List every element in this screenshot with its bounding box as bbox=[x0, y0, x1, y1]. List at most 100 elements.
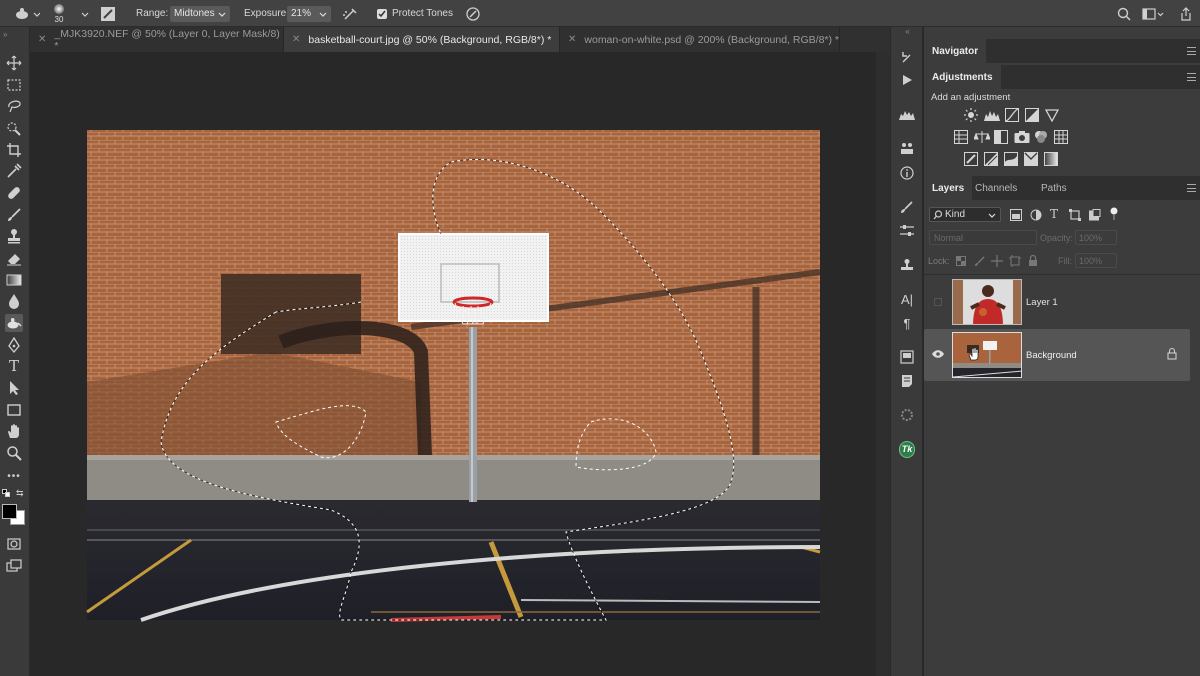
color-balance-icon[interactable] bbox=[973, 130, 991, 147]
tab-channels[interactable]: Channels bbox=[967, 176, 1025, 200]
character-icon[interactable]: A| bbox=[899, 291, 915, 307]
shape-layer-filter-icon[interactable] bbox=[1069, 209, 1081, 224]
range-select[interactable]: Midtones bbox=[170, 5, 230, 22]
pixel-layer-filter-icon[interactable] bbox=[1010, 209, 1022, 224]
histogram-icon[interactable] bbox=[899, 106, 915, 122]
hue-saturation-icon[interactable] bbox=[954, 130, 968, 147]
pressure-size-icon[interactable] bbox=[465, 0, 481, 27]
move-tool-icon[interactable] bbox=[5, 54, 23, 72]
photo-filter-icon[interactable] bbox=[1014, 130, 1030, 147]
protect-tones-checkbox[interactable]: Protect Tones bbox=[377, 0, 453, 27]
close-icon[interactable]: ✕ bbox=[292, 34, 300, 45]
opacity-field[interactable]: 100% bbox=[1075, 230, 1117, 245]
exposure-adj-icon[interactable] bbox=[1025, 108, 1039, 125]
filter-toggle-icon[interactable] bbox=[1110, 207, 1118, 224]
quick-selection-tool-icon[interactable] bbox=[5, 119, 23, 137]
black-white-icon[interactable] bbox=[994, 130, 1008, 147]
tk-extension-icon[interactable]: Tk bbox=[899, 440, 915, 458]
plugin-gear-icon[interactable] bbox=[899, 407, 915, 423]
vertical-scrollbar[interactable] bbox=[876, 52, 890, 676]
pen-tool-icon[interactable] bbox=[5, 336, 23, 354]
tab-navigator[interactable]: Navigator bbox=[924, 39, 987, 63]
info-icon[interactable] bbox=[899, 165, 915, 181]
gradient-map-icon[interactable] bbox=[1044, 152, 1058, 169]
brush-preset-picker[interactable]: 30 bbox=[54, 0, 64, 27]
crop-tool-icon[interactable] bbox=[5, 141, 23, 159]
gradient-tool-icon[interactable] bbox=[5, 271, 23, 289]
eye-icon[interactable] bbox=[932, 349, 944, 361]
lock-position-icon[interactable] bbox=[991, 255, 1003, 270]
more-tools-icon[interactable]: ••• bbox=[5, 467, 23, 485]
default-colors-icon[interactable] bbox=[2, 489, 10, 497]
panel-menu-icon[interactable] bbox=[1187, 47, 1196, 55]
history-brush-icon[interactable] bbox=[899, 49, 915, 65]
threshold-icon[interactable] bbox=[1004, 152, 1018, 169]
notes-icon[interactable] bbox=[899, 373, 915, 389]
levels-icon[interactable] bbox=[984, 108, 1000, 125]
channel-mixer-icon[interactable] bbox=[1034, 130, 1048, 147]
adjustment-layer-filter-icon[interactable] bbox=[1030, 209, 1042, 224]
tab-woman-on-white[interactable]: ✕ woman-on-white.psd @ 200% (Background,… bbox=[560, 27, 840, 52]
collapse-arrows-icon[interactable]: » bbox=[3, 30, 7, 39]
lock-transparent-icon[interactable] bbox=[956, 256, 966, 269]
exposure-field[interactable]: 21% bbox=[287, 5, 331, 22]
libraries-icon[interactable] bbox=[899, 349, 915, 365]
dodge-tool-icon[interactable] bbox=[5, 314, 23, 332]
layer-row-layer-1[interactable]: Layer 1 bbox=[924, 276, 1190, 328]
visibility-toggle-off[interactable] bbox=[934, 298, 942, 306]
tab-layers[interactable]: Layers bbox=[924, 176, 973, 200]
fill-field[interactable]: 100% bbox=[1075, 253, 1117, 268]
play-actions-icon[interactable] bbox=[899, 72, 915, 88]
vibrance-icon[interactable] bbox=[1044, 108, 1060, 125]
lock-artboard-icon[interactable] bbox=[1009, 255, 1021, 270]
screen-mode-icon[interactable] bbox=[5, 557, 23, 575]
canvas-area[interactable] bbox=[31, 52, 876, 676]
rectangle-tool-icon[interactable] bbox=[5, 401, 23, 419]
blend-mode-select[interactable]: Normal bbox=[929, 230, 1037, 245]
eraser-tool-icon[interactable] bbox=[5, 249, 23, 267]
swap-colors-icon[interactable]: ⇆ bbox=[16, 488, 24, 499]
tab-basketball-court[interactable]: ✕ basketball-court.jpg @ 50% (Background… bbox=[284, 27, 560, 52]
foreground-color-swatch[interactable] bbox=[2, 504, 17, 519]
close-icon[interactable]: ✕ bbox=[568, 34, 576, 45]
panel-menu-icon[interactable] bbox=[1187, 73, 1196, 81]
type-tool-icon[interactable]: T bbox=[5, 357, 23, 375]
blur-tool-icon[interactable] bbox=[5, 292, 23, 310]
quick-mask-icon[interactable] bbox=[5, 535, 23, 553]
color-lookup-icon[interactable] bbox=[1054, 130, 1068, 147]
lock-icon[interactable] bbox=[1167, 347, 1177, 363]
tab-paths[interactable]: Paths bbox=[1033, 176, 1075, 200]
curves-icon[interactable] bbox=[1005, 108, 1019, 125]
lock-all-icon[interactable] bbox=[1028, 254, 1038, 270]
selective-color-icon[interactable] bbox=[1024, 152, 1038, 169]
marquee-tool-icon[interactable] bbox=[5, 76, 23, 94]
lasso-tool-icon[interactable] bbox=[5, 97, 23, 115]
document-image[interactable] bbox=[31, 52, 876, 676]
brightness-contrast-icon[interactable] bbox=[964, 108, 978, 125]
airbrush-icon[interactable] bbox=[342, 0, 360, 27]
invert-icon[interactable] bbox=[964, 152, 978, 169]
dodge-tool-preset-icon[interactable] bbox=[14, 0, 40, 27]
paragraph-icon[interactable]: ¶ bbox=[899, 315, 915, 331]
brush-settings-icon[interactable] bbox=[100, 0, 116, 27]
path-selection-tool-icon[interactable] bbox=[5, 379, 23, 397]
lock-image-icon[interactable] bbox=[974, 255, 986, 270]
brush-chevron-icon[interactable] bbox=[80, 0, 90, 27]
clone-stamp-tool-icon[interactable] bbox=[5, 227, 23, 245]
panel-menu-icon[interactable] bbox=[1187, 184, 1196, 192]
hand-tool-icon[interactable] bbox=[5, 422, 23, 440]
workspace-icon[interactable] bbox=[1142, 0, 1164, 27]
smart-object-filter-icon[interactable] bbox=[1089, 209, 1101, 224]
paths-dots-icon[interactable] bbox=[899, 140, 915, 156]
brush-tool-icon[interactable] bbox=[5, 206, 23, 224]
eyedropper-tool-icon[interactable] bbox=[5, 162, 23, 180]
search-icon[interactable] bbox=[1117, 0, 1131, 27]
tab-adjustments[interactable]: Adjustments bbox=[924, 65, 1001, 89]
share-icon[interactable] bbox=[1180, 0, 1192, 27]
layer-filter-select[interactable]: Kind bbox=[929, 207, 1001, 222]
posterize-icon[interactable] bbox=[984, 152, 998, 169]
type-layer-filter-icon[interactable]: T bbox=[1050, 207, 1058, 221]
zoom-tool-icon[interactable] bbox=[5, 444, 23, 462]
healing-brush-tool-icon[interactable] bbox=[5, 184, 23, 202]
close-icon[interactable]: ✕ bbox=[38, 34, 46, 45]
